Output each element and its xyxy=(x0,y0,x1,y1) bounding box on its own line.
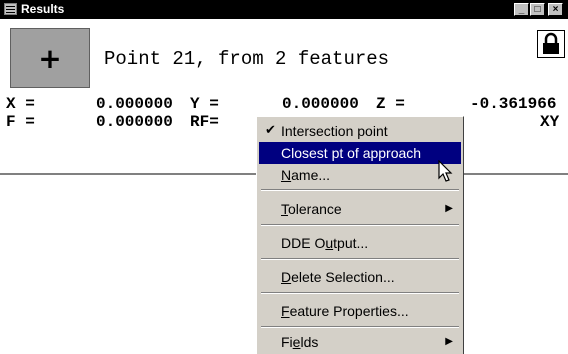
menu-separator xyxy=(261,292,459,294)
menu-separator xyxy=(261,189,459,191)
menu-item-closest-pt-of-approach[interactable]: Closest pt of approach xyxy=(259,142,461,164)
menu-item-tolerance[interactable]: Tolerance ▶ xyxy=(259,198,461,220)
point-feature-icon: + xyxy=(10,28,90,88)
minimize-button[interactable]: _ xyxy=(514,3,529,16)
menu-item-label: ame... xyxy=(291,167,331,183)
menu-item-label: Fi xyxy=(281,334,293,350)
mouse-cursor-icon xyxy=(438,160,453,182)
z-label: Z = xyxy=(376,95,405,113)
menu-item-delete-selection[interactable]: Delete Selection... xyxy=(259,266,461,288)
rf-label: RF= xyxy=(190,113,219,131)
menu-separator xyxy=(261,326,459,328)
menu-item-dde-output[interactable]: DDE Output... xyxy=(259,232,461,254)
accelerator-key: F xyxy=(281,303,290,319)
x-label: X = xyxy=(6,95,35,113)
accelerator-key: D xyxy=(281,269,292,285)
plane-value: XY xyxy=(540,113,560,131)
crosshair-icon: + xyxy=(38,41,62,75)
checkmark-icon: ✔ xyxy=(265,123,276,138)
menu-item-label: olerance xyxy=(288,201,342,217)
accelerator-key: N xyxy=(281,167,292,183)
menu-item-name[interactable]: Name... xyxy=(259,164,461,186)
submenu-arrow-icon: ▶ xyxy=(445,203,453,214)
accelerator-key: u xyxy=(325,235,334,251)
accelerator-key: T xyxy=(281,201,288,217)
title-bar[interactable]: Results _ □ × xyxy=(0,0,568,19)
menu-item-label: tput... xyxy=(333,235,369,251)
menu-item-feature-properties[interactable]: Feature Properties... xyxy=(259,300,461,322)
menu-item-label: eature Properties... xyxy=(289,303,409,319)
f-label: F = xyxy=(6,113,35,131)
menu-item-label: Closest pt of approach xyxy=(281,145,422,161)
menu-separator xyxy=(261,224,459,226)
menu-item-label: elete Selection... xyxy=(291,269,395,285)
menu-item-fields[interactable]: Fields ▶ xyxy=(259,331,461,353)
menu-separator xyxy=(261,258,459,260)
menu-item-intersection-point[interactable]: ✔ Intersection point xyxy=(259,120,461,142)
submenu-arrow-icon: ▶ xyxy=(445,336,453,347)
lock-icon[interactable] xyxy=(537,30,565,58)
context-menu: ✔ Intersection point Closest pt of appro… xyxy=(256,116,464,354)
result-header: Point 21, from 2 features xyxy=(104,48,390,70)
menu-item-label: Intersection point xyxy=(281,123,388,139)
f-value: 0.000000 xyxy=(96,113,173,131)
menu-item-label: DDE O xyxy=(281,235,326,251)
close-button[interactable]: × xyxy=(548,3,563,16)
window-title: Results xyxy=(21,2,65,16)
menu-item-label: lds xyxy=(300,334,319,350)
z-value: -0.361966 xyxy=(470,95,557,113)
y-label: Y = xyxy=(190,95,219,113)
y-value: 0.000000 xyxy=(282,95,359,113)
window-icon[interactable] xyxy=(4,3,17,15)
maximize-button[interactable]: □ xyxy=(530,3,545,16)
x-value: 0.000000 xyxy=(96,95,173,113)
